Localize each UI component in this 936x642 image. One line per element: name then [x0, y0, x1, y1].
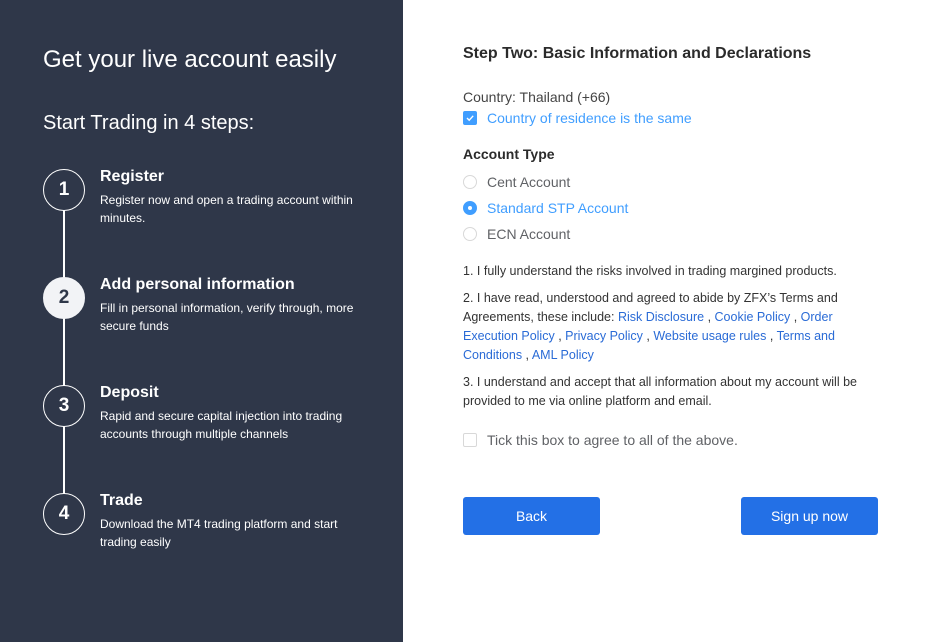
step-description: Register now and open a trading account … [100, 193, 353, 225]
link-aml-policy[interactable]: AML Policy [532, 348, 594, 362]
radio-label[interactable]: ECN Account [487, 226, 570, 242]
agree-all-checkbox[interactable]: Tick this box to agree to all of the abo… [463, 432, 738, 448]
checkbox-checked-icon[interactable] [463, 111, 477, 125]
radio-checked-icon[interactable] [463, 201, 477, 215]
form-title: Step Two: Basic Information and Declarat… [463, 45, 812, 62]
step-number-circle: 1 [43, 169, 85, 211]
form-panel: Step Two: Basic Information and Declarat… [403, 0, 936, 642]
separator: , [642, 329, 654, 343]
separator: , [522, 348, 532, 362]
step-title: Add personal information [100, 276, 295, 293]
country-text: Country: Thailand (+66) [463, 89, 611, 105]
step-number-circle: 3 [43, 385, 85, 427]
step-number-circle: 4 [43, 493, 85, 535]
step-description: Rapid and secure capital injection into … [100, 409, 343, 441]
radio-label[interactable]: Cent Account [487, 174, 570, 190]
checkbox-unchecked-icon[interactable] [463, 433, 477, 447]
link-privacy-policy[interactable]: Privacy Policy [565, 329, 643, 343]
back-button[interactable]: Back [463, 497, 600, 535]
separator: , [766, 329, 777, 343]
sign-up-button[interactable]: Sign up now [741, 497, 878, 535]
panel-subtitle: Start Trading in 4 steps: [43, 112, 255, 134]
separator: , [554, 329, 566, 343]
residence-same-label[interactable]: Country of residence is the same [487, 110, 692, 126]
panel-title: Get your live account easily [43, 46, 337, 73]
declaration-2: 2. I have read, understood and agreed to… [463, 289, 873, 365]
step-description: Fill in personal information, verify thr… [100, 301, 354, 333]
radio-unchecked-icon[interactable] [463, 175, 477, 189]
radio-unchecked-icon[interactable] [463, 227, 477, 241]
step-title: Deposit [100, 384, 159, 401]
residence-same-checkbox[interactable]: Country of residence is the same [463, 110, 692, 126]
step-number-circle-active: 2 [43, 277, 85, 319]
link-website-usage-rules[interactable]: Website usage rules [653, 329, 766, 343]
link-risk-disclosure[interactable]: Risk Disclosure [618, 310, 704, 324]
account-type-label: Account Type [463, 146, 555, 162]
step-description: Download the MT4 trading platform and st… [100, 517, 338, 549]
radio-label[interactable]: Standard STP Account [487, 200, 628, 216]
left-panel: Get your live account easily Start Tradi… [0, 0, 403, 642]
radio-standard-stp-account[interactable]: Standard STP Account [463, 200, 628, 216]
agree-all-label[interactable]: Tick this box to agree to all of the abo… [487, 432, 738, 448]
radio-cent-account[interactable]: Cent Account [463, 174, 570, 190]
timeline-line [63, 190, 65, 514]
step-title: Register [100, 168, 165, 185]
link-cookie-policy[interactable]: Cookie Policy [715, 310, 791, 324]
radio-ecn-account[interactable]: ECN Account [463, 226, 570, 242]
separator: , [704, 310, 715, 324]
declaration-3: 3. I understand and accept that all info… [463, 375, 857, 408]
declaration-1: 1. I fully understand the risks involved… [463, 264, 837, 278]
separator: , [790, 310, 801, 324]
step-title: Trade [100, 492, 143, 509]
